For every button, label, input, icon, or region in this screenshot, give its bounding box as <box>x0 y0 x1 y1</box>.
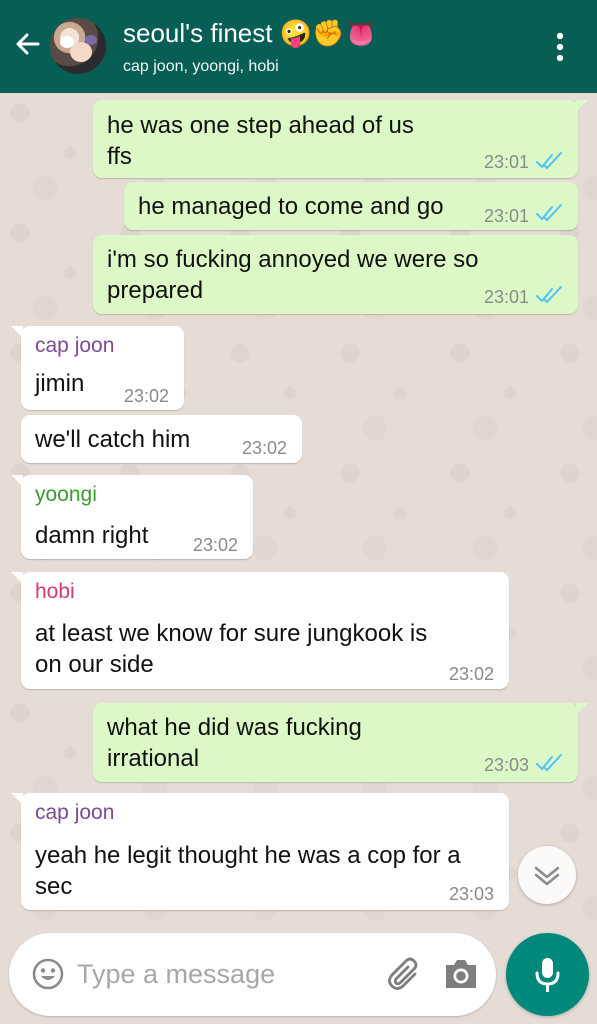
message-time: 23:02 <box>124 386 170 406</box>
message-bubble-outgoing[interactable]: i'm so fucking annoyed we were so prepar… <box>93 235 578 314</box>
chevron-down-icon <box>534 866 560 886</box>
camera-icon[interactable] <box>443 957 479 991</box>
message-text: sec <box>35 873 73 900</box>
message-time: 23:03 <box>449 884 495 904</box>
message-text: what he did was fucking <box>107 714 362 741</box>
message-text: jimin <box>35 370 85 397</box>
sender-name: cap joon <box>35 334 115 357</box>
sender-name: cap joon <box>35 801 115 824</box>
message-bubble-incoming[interactable]: hobi at least we know for sure jungkook … <box>11 572 509 689</box>
message-bubble-incoming[interactable]: we'll catch him 23:02 <box>21 415 302 463</box>
message-text: he managed to come and go <box>138 193 444 220</box>
message-bubble-outgoing[interactable]: he managed to come and go 23:01 <box>124 182 578 230</box>
message-text: we'll catch him <box>35 426 191 453</box>
sender-name: hobi <box>35 580 75 603</box>
group-avatar[interactable] <box>50 18 106 74</box>
read-receipt-icon <box>536 152 562 170</box>
message-text: at least we know for sure jungkook is <box>35 620 428 647</box>
message-text: he was one step ahead of us <box>107 112 414 139</box>
chat-title[interactable]: seoul's finest 🤪✊👅 <box>123 18 377 49</box>
message-time: 23:01 <box>484 206 530 226</box>
voice-message-button[interactable] <box>506 933 589 1016</box>
message-time: 23:02 <box>242 438 288 458</box>
message-text: on our side <box>35 651 154 678</box>
message-time: 23:02 <box>449 664 495 684</box>
read-receipt-icon <box>536 204 562 222</box>
message-bubble-outgoing[interactable]: he was one step ahead of us ffs 23:01 <box>93 100 588 178</box>
chat-participants[interactable]: cap joon, yoongi, hobi <box>123 58 279 76</box>
message-text: irrational <box>107 745 200 772</box>
paperclip-icon[interactable] <box>385 955 423 993</box>
message-composer <box>9 933 496 1016</box>
message-text: yeah he legit thought he was a cop for a <box>35 842 461 869</box>
more-vertical-icon[interactable] <box>548 30 572 64</box>
message-bubble-incoming[interactable]: cap joon jimin 23:02 <box>11 326 184 410</box>
message-time: 23:01 <box>484 287 530 307</box>
microphone-icon <box>535 958 560 992</box>
message-text: prepared <box>107 277 204 304</box>
message-bubble-incoming[interactable]: yoongi damn right 23:02 <box>11 475 253 559</box>
smiley-icon[interactable] <box>31 957 65 991</box>
message-text: ffs <box>107 143 132 170</box>
sender-name: yoongi <box>35 483 97 506</box>
message-time: 23:01 <box>484 152 530 172</box>
message-text: i'm so fucking annoyed we were so <box>107 246 479 273</box>
message-time: 23:03 <box>484 755 530 775</box>
scroll-to-bottom-button[interactable] <box>518 846 576 904</box>
message-list[interactable]: he was one step ahead of us ffs 23:01 he… <box>0 93 597 933</box>
read-receipt-icon <box>536 754 562 772</box>
message-input[interactable] <box>77 953 367 995</box>
read-receipt-icon <box>536 286 562 304</box>
arrow-left-icon[interactable] <box>12 28 44 60</box>
message-text: damn right <box>35 522 149 549</box>
message-bubble-outgoing[interactable]: what he did was fucking irrational 23:03 <box>93 703 588 782</box>
message-time: 23:02 <box>193 535 239 555</box>
chat-header: seoul's finest 🤪✊👅 cap joon, yoongi, hob… <box>0 0 597 93</box>
message-bubble-incoming[interactable]: cap joon yeah he legit thought he was a … <box>11 793 509 910</box>
